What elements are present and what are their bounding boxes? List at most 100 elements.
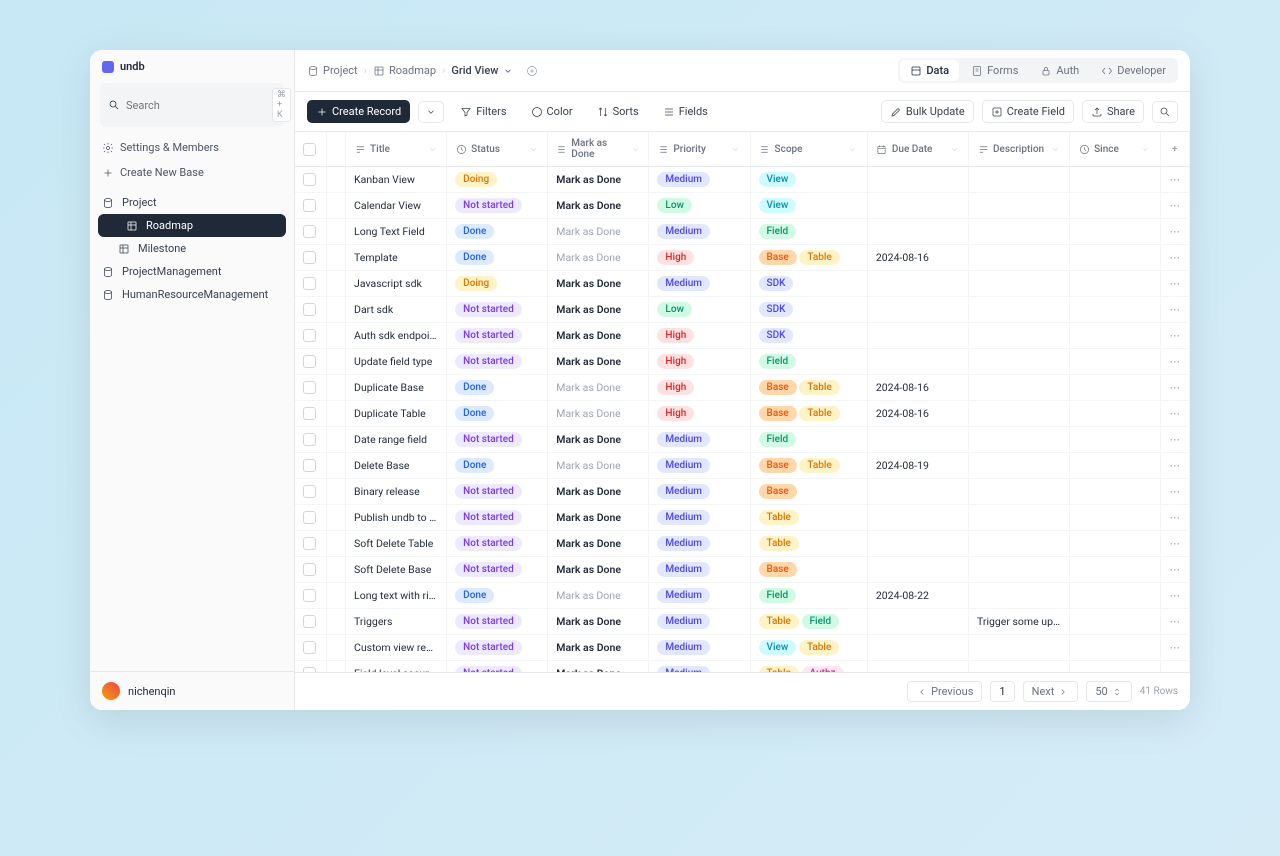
title-cell[interactable]: Binary release	[346, 479, 447, 505]
share-button[interactable]: Share	[1082, 100, 1144, 123]
table-row[interactable]: Binary releaseNot startedMark as DoneMed…	[295, 479, 1190, 505]
row-menu-button[interactable]: ⋯	[1160, 661, 1189, 673]
mark-done-button[interactable]: Mark as Done	[556, 407, 620, 420]
title-cell[interactable]: Triggers	[346, 609, 447, 635]
add-view-icon[interactable]	[526, 65, 538, 77]
title-cell[interactable]: Soft Delete Base	[346, 557, 447, 583]
table-row[interactable]: Custom view records reorderNot startedMa…	[295, 635, 1190, 661]
row-checkbox[interactable]	[303, 303, 316, 316]
column-header[interactable]: Status	[447, 132, 548, 167]
table-row[interactable]: Date range fieldNot startedMark as DoneM…	[295, 427, 1190, 453]
mark-done-button[interactable]: Mark as Done	[556, 199, 621, 212]
row-checkbox[interactable]	[303, 615, 316, 628]
row-menu-button[interactable]: ⋯	[1160, 609, 1189, 635]
row-checkbox[interactable]	[303, 563, 316, 576]
row-menu-button[interactable]: ⋯	[1160, 427, 1189, 453]
row-menu-button[interactable]: ⋯	[1160, 167, 1189, 193]
fields-button[interactable]: Fields	[655, 101, 716, 122]
row-menu-button[interactable]: ⋯	[1160, 505, 1189, 531]
column-header[interactable]: Mark as Done	[548, 132, 649, 167]
settings-link[interactable]: Settings & Members	[90, 135, 294, 160]
row-checkbox[interactable]	[303, 199, 316, 212]
row-checkbox[interactable]	[303, 641, 316, 654]
table-row[interactable]: Auth sdk endpointNot startedMark as Done…	[295, 323, 1190, 349]
table-row[interactable]: Delete BaseDoneMark as DoneMediumBase Ta…	[295, 453, 1190, 479]
column-header[interactable]: Since	[1070, 132, 1160, 167]
add-column-button[interactable]: +	[1160, 132, 1189, 167]
table-row[interactable]: Long Text FieldDoneMark as DoneMediumFie…	[295, 219, 1190, 245]
tab-auth[interactable]: Auth	[1030, 60, 1089, 81]
mark-done-button[interactable]: Mark as Done	[556, 225, 620, 238]
page-size-select[interactable]: 50	[1086, 681, 1131, 702]
row-menu-button[interactable]: ⋯	[1160, 531, 1189, 557]
mark-done-button[interactable]: Mark as Done	[556, 381, 620, 394]
mark-done-button[interactable]: Mark as Done	[556, 251, 620, 264]
table-row[interactable]: Long text with rich textDoneMark as Done…	[295, 583, 1190, 609]
row-checkbox[interactable]	[303, 329, 316, 342]
column-header[interactable]: Priority	[649, 132, 750, 167]
title-cell[interactable]: Publish undb to npm	[346, 505, 447, 531]
row-menu-button[interactable]: ⋯	[1160, 479, 1189, 505]
table-row[interactable]: TemplateDoneMark as DoneHighBase Table20…	[295, 245, 1190, 271]
mark-done-button[interactable]: Mark as Done	[556, 563, 621, 576]
title-cell[interactable]: Auth sdk endpoint	[346, 323, 447, 349]
row-menu-button[interactable]: ⋯	[1160, 297, 1189, 323]
tab-forms[interactable]: Forms	[961, 60, 1028, 81]
create-record-dropdown[interactable]	[418, 101, 444, 123]
row-checkbox[interactable]	[303, 225, 316, 238]
row-checkbox[interactable]	[303, 173, 316, 186]
table-row[interactable]: TriggersNot startedMark as DoneMediumTab…	[295, 609, 1190, 635]
row-checkbox[interactable]	[303, 381, 316, 394]
search-input[interactable]: ⌘ + K	[100, 83, 284, 127]
row-checkbox[interactable]	[303, 537, 316, 550]
table-row[interactable]: Duplicate TableDoneMark as DoneHighBase …	[295, 401, 1190, 427]
title-cell[interactable]: Delete Base	[346, 453, 447, 479]
bulk-update-button[interactable]: Bulk Update	[881, 100, 974, 123]
title-cell[interactable]: Field level security	[346, 661, 447, 673]
mark-done-button[interactable]: Mark as Done	[556, 355, 621, 368]
row-checkbox[interactable]	[303, 277, 316, 290]
row-menu-button[interactable]: ⋯	[1160, 193, 1189, 219]
row-menu-button[interactable]: ⋯	[1160, 271, 1189, 297]
table-row[interactable]: Field level securityNot startedMark as D…	[295, 661, 1190, 673]
sorts-button[interactable]: Sorts	[589, 101, 647, 122]
row-checkbox[interactable]	[303, 485, 316, 498]
color-button[interactable]: Color	[523, 101, 581, 122]
table-row[interactable]: Kanban ViewDoingMark as DoneMediumView⋯	[295, 167, 1190, 193]
title-cell[interactable]: Date range field	[346, 427, 447, 453]
row-menu-button[interactable]: ⋯	[1160, 557, 1189, 583]
title-cell[interactable]: Long Text Field	[346, 219, 447, 245]
row-checkbox[interactable]	[303, 355, 316, 368]
table-item[interactable]: Roadmap	[98, 214, 286, 237]
title-cell[interactable]: Custom view records reorder	[346, 635, 447, 661]
mark-done-button[interactable]: Mark as Done	[556, 589, 620, 602]
row-menu-button[interactable]: ⋯	[1160, 375, 1189, 401]
table-row[interactable]: Duplicate BaseDoneMark as DoneHighBase T…	[295, 375, 1190, 401]
search-button[interactable]	[1152, 101, 1178, 123]
row-checkbox[interactable]	[303, 459, 316, 472]
title-cell[interactable]: Update field type	[346, 349, 447, 375]
mark-done-button[interactable]: Mark as Done	[556, 511, 621, 524]
project-item[interactable]: ProjectManagement	[90, 260, 294, 283]
table-item[interactable]: Milestone	[90, 237, 294, 260]
table-row[interactable]: Javascript sdkDoingMark as DoneMediumSDK…	[295, 271, 1190, 297]
title-cell[interactable]: Soft Delete Table	[346, 531, 447, 557]
table-row[interactable]: Update field typeNot startedMark as Done…	[295, 349, 1190, 375]
mark-done-button[interactable]: Mark as Done	[556, 303, 621, 316]
row-menu-button[interactable]: ⋯	[1160, 401, 1189, 427]
row-menu-button[interactable]: ⋯	[1160, 635, 1189, 661]
table-row[interactable]: Dart sdkNot startedMark as DoneLowSDK⋯	[295, 297, 1190, 323]
row-menu-button[interactable]: ⋯	[1160, 245, 1189, 271]
create-record-button[interactable]: Create Record	[307, 100, 410, 123]
title-cell[interactable]: Template	[346, 245, 447, 271]
tab-developer[interactable]: Developer	[1091, 60, 1176, 81]
row-checkbox[interactable]	[303, 251, 316, 264]
prev-button[interactable]: Previous	[907, 681, 982, 702]
breadcrumb-item[interactable]: Grid View	[451, 64, 514, 77]
mark-done-button[interactable]: Mark as Done	[556, 459, 620, 472]
next-button[interactable]: Next	[1023, 681, 1079, 702]
title-cell[interactable]: Duplicate Base	[346, 375, 447, 401]
table-row[interactable]: Publish undb to npmNot startedMark as Do…	[295, 505, 1190, 531]
table-row[interactable]: Soft Delete TableNot startedMark as Done…	[295, 531, 1190, 557]
mark-done-button[interactable]: Mark as Done	[556, 641, 621, 654]
